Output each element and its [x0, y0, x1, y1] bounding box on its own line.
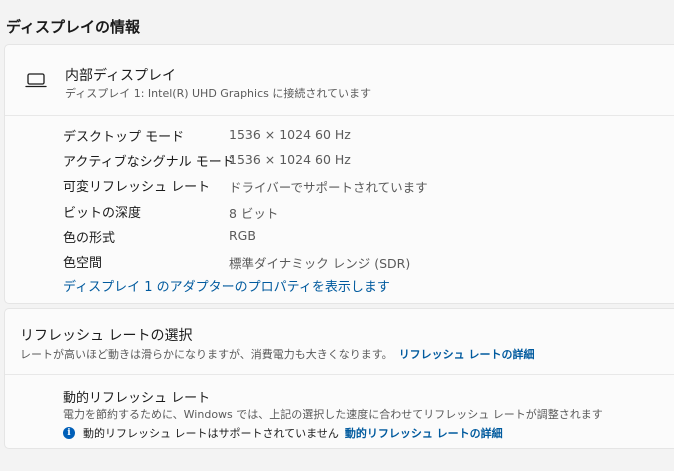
spec-label: ビットの深度	[63, 205, 142, 221]
dynamic-refresh-description: 電力を節約するために、Windows では、上記の選択した速度に合わせてリフレッ…	[63, 408, 603, 421]
refresh-rate-title: リフレッシュ レートの選択	[20, 328, 193, 344]
spec-value: 8 ビット	[229, 205, 279, 221]
spec-value: 標準ダイナミック レンジ (SDR)	[229, 255, 411, 271]
refresh-rate-header: リフレッシュ レートの選択 レートが高いほど動きは滑らかになりますが、消費電力も…	[5, 309, 674, 375]
display-description: ディスプレイ 1: Intel(R) UHD Graphics に接続されていま…	[65, 87, 372, 100]
spec-value: ドライバーでサポートされています	[229, 180, 428, 196]
spec-label: アクティブなシグナル モード	[63, 155, 235, 171]
laptop-icon	[25, 73, 47, 88]
spec-value: 1536 × 1024 60 Hz	[229, 127, 351, 142]
display-name: 内部ディスプレイ	[65, 68, 177, 84]
display-info-card: 内部ディスプレイ ディスプレイ 1: Intel(R) UHD Graphics…	[4, 44, 674, 304]
dynamic-refresh-title: 動的リフレッシュ レート	[63, 391, 211, 406]
display-header: 内部ディスプレイ ディスプレイ 1: Intel(R) UHD Graphics…	[5, 45, 674, 116]
refresh-rate-description-row: レートが高いほど動きは滑らかになりますが、消費電力も大きくなります。 リフレッシュ…	[20, 346, 535, 362]
spec-value: 1536 × 1024 60 Hz	[229, 152, 351, 168]
refresh-rate-card: リフレッシュ レートの選択 レートが高いほど動きは滑らかになりますが、消費電力も…	[4, 308, 674, 449]
spec-value: RGB	[229, 227, 256, 243]
dynamic-refresh-status: 動的リフレッシュ レートはサポートされていません	[83, 427, 339, 440]
refresh-rate-details-link[interactable]: リフレッシュ レートの詳細	[399, 348, 535, 361]
spec-label: 色の形式	[63, 230, 116, 246]
spec-label: 色空間	[63, 255, 103, 271]
adapter-properties-link[interactable]: ディスプレイ 1 のアダプターのプロパティを表示します	[63, 276, 390, 295]
spec-label: デスクトップ モード	[63, 130, 185, 145]
refresh-rate-description: レートが高いほど動きは滑らかになりますが、消費電力も大きくなります。	[20, 348, 393, 361]
info-icon: i	[63, 427, 75, 439]
page-title: ディスプレイの情報	[6, 18, 140, 36]
spec-label: 可変リフレッシュ レート	[63, 180, 211, 196]
dynamic-refresh-details-link[interactable]: 動的リフレッシュ レートの詳細	[345, 425, 503, 441]
dynamic-refresh-status-row: i 動的リフレッシュ レートはサポートされていません 動的リフレッシュ レートの…	[63, 425, 503, 441]
